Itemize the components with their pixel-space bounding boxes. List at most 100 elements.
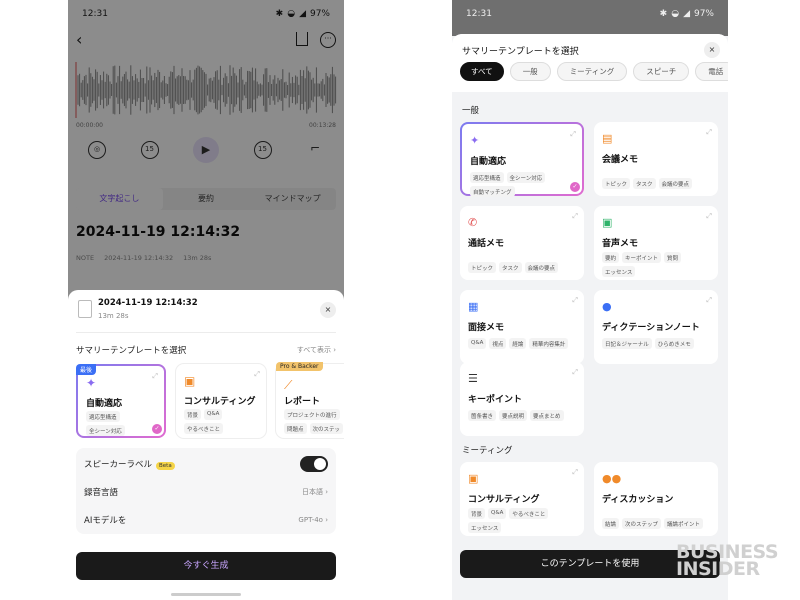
card-tags: 日記＆ジャーナル ひらめきメモ xyxy=(602,338,714,349)
card-tags: プロジェクトの進行 問題点 次のステッ xyxy=(284,409,344,434)
card-tags: 背景 Q&A やるべきこと エッセンス xyxy=(468,508,580,533)
expand-icon[interactable]: ⤢ xyxy=(152,372,158,381)
filter-meeting[interactable]: ミーティング xyxy=(556,62,628,81)
tag: 自動マッチング xyxy=(470,186,515,197)
chat-bubbles-icon: ▣ xyxy=(184,374,196,388)
template-card-auto[interactable]: ✦ ⤢ 自動適応 適応型構造 全シーン対応 自動マッチング ✓ xyxy=(460,122,584,197)
expand-icon[interactable]: ⤢ xyxy=(706,128,712,137)
tag: 背景 xyxy=(468,508,486,519)
card-tags: 背景 Q&A やるべきこと xyxy=(184,409,262,434)
tag: 議論ポイント xyxy=(664,518,704,529)
sheet-file-duration: 13m 28s xyxy=(98,312,129,320)
close-button[interactable]: × xyxy=(320,302,336,318)
tag: ひらめきメモ xyxy=(654,338,694,349)
latest-badge: 最後 xyxy=(76,364,97,375)
template-carousel[interactable]: 最後 ✦ ⤢ 自動適応 適応型構造 全シーン対応 ✓ ▣ ⤢ コンサルティング … xyxy=(76,362,344,442)
template-card-voice-memo[interactable]: ▣ ⤢ 音声メモ 要約 キーポイント 質問 エッセンス xyxy=(594,206,718,280)
speaker-label-row[interactable]: スピーカーラベル Beta xyxy=(84,450,328,478)
tag: 会議の要点 xyxy=(658,178,693,189)
tag: プロジェクトの進行 xyxy=(284,409,340,420)
watermark-line2: INSIDER xyxy=(676,558,760,580)
setting-value: GPT-4o › xyxy=(298,516,328,524)
card-title: コンサルティング xyxy=(468,495,540,505)
card-title: ディスカッション xyxy=(602,495,674,505)
template-card-meeting-notes[interactable]: ▤ ⤢ 会議メモ トピック タスク 会議の要点 xyxy=(594,122,718,196)
settings-panel: スピーカーラベル Beta 録音言語 日本語 › AIモデルを GPT-4o › xyxy=(76,448,336,534)
tag: Q&A xyxy=(468,338,487,349)
tag: やるべきこと xyxy=(184,423,224,434)
tag: 質問 xyxy=(664,252,682,263)
wifi-icon: ◒ xyxy=(671,9,680,19)
tag: 次のステップ xyxy=(622,518,662,529)
template-card-report[interactable]: Pro & Backer ⟋ レポート プロジェクトの進行 問題点 次のステッ xyxy=(276,362,344,438)
expand-icon[interactable]: ⤢ xyxy=(572,296,578,305)
people-icon: ●● xyxy=(602,472,622,485)
picker-header: サマリーテンプレートを選択 × すべて 一般 ミーティング スピーチ 電話 xyxy=(452,34,728,92)
card-title: 通話メモ xyxy=(468,239,505,249)
ai-model-row[interactable]: AIモデルを GPT-4o › xyxy=(84,506,328,534)
clipboard-icon: ▦ xyxy=(468,300,479,313)
expand-icon[interactable]: ⤢ xyxy=(254,370,260,379)
section-title: サマリーテンプレートを選択 xyxy=(76,346,187,356)
setting-label: AIモデルを xyxy=(84,516,127,526)
expand-icon[interactable]: ⤢ xyxy=(706,212,712,221)
card-title: キーポイント xyxy=(468,395,523,405)
tag: 問題点 xyxy=(284,423,307,434)
group-label-meeting: ミーティング xyxy=(462,446,513,456)
template-card-key-points[interactable]: ☰ ⤢ キーポイント 箇条書き 要点説明 要点まとめ xyxy=(460,362,584,436)
template-card-consulting[interactable]: ▣ ⤢ コンサルティング 背景 Q&A やるべきこと xyxy=(176,364,266,438)
expand-icon[interactable]: ⤢ xyxy=(706,296,712,305)
notes-icon: ▤ xyxy=(602,132,613,145)
tag: 全シーン対応 xyxy=(506,172,546,183)
template-card-call-notes[interactable]: ✆ ⤢ 通話メモ トピック タスク 会議の要点 xyxy=(460,206,584,280)
tag: 適応型構造 xyxy=(470,172,504,183)
expand-icon[interactable]: ⤢ xyxy=(572,468,578,477)
card-tags: トピック タスク 会議の要点 xyxy=(468,262,580,273)
card-tags: 適応型構造 全シーン対応 xyxy=(86,411,160,436)
speaker-label-toggle[interactable] xyxy=(300,456,328,472)
filter-all[interactable]: すべて xyxy=(460,62,504,81)
card-title: 音声メモ xyxy=(602,239,639,249)
filter-phone[interactable]: 電話 xyxy=(695,62,728,81)
beta-badge: Beta xyxy=(156,462,175,470)
tag: トピック xyxy=(602,178,631,189)
card-title: 会議メモ xyxy=(602,155,639,165)
expand-icon[interactable]: ⤢ xyxy=(572,368,578,377)
category-filters: すべて 一般 ミーティング スピーチ 電話 xyxy=(460,62,728,81)
sheet-file-name: 2024-11-19 12:14:32 xyxy=(98,298,198,308)
generate-now-button[interactable]: 今すぐ生成 xyxy=(76,552,336,580)
template-card-auto[interactable]: 最後 ✦ ⤢ 自動適応 適応型構造 全シーン対応 ✓ xyxy=(76,364,166,438)
tag: 要点説明 xyxy=(499,410,528,421)
card-title: 自動適応 xyxy=(470,157,507,167)
expand-icon[interactable]: ⤢ xyxy=(572,212,578,221)
tag: 日記＆ジャーナル xyxy=(602,338,652,349)
card-tags: 結論 次のステップ 議論ポイント xyxy=(602,518,714,529)
status-bar: 12:31 ✱ ◒ ◢ 97% xyxy=(452,0,728,28)
signal-icon: ◢ xyxy=(683,9,690,19)
filter-general[interactable]: 一般 xyxy=(509,62,551,81)
template-card-dictation[interactable]: ● ⤢ ディクテーションノート 日記＆ジャーナル ひらめきメモ xyxy=(594,290,718,364)
chart-line-icon: ⟋ xyxy=(284,378,293,392)
tag: タスク xyxy=(633,178,656,189)
sparkle-icon: ✦ xyxy=(470,134,480,147)
close-button[interactable]: × xyxy=(704,42,720,58)
tag: 会議の要点 xyxy=(524,262,559,273)
see-all-link[interactable]: すべて表示 › xyxy=(297,345,336,355)
tag: エッセンス xyxy=(468,522,502,533)
tag: やるべきこと xyxy=(509,508,549,519)
tag: 精華内容集計 xyxy=(529,338,569,349)
recording-language-row[interactable]: 録音言語 日本語 › xyxy=(84,478,328,506)
bluetooth-icon: ✱ xyxy=(659,9,668,19)
template-card-discussion[interactable]: ●● ディスカッション 結論 次のステップ 議論ポイント xyxy=(594,462,718,536)
watermark-logo: BUSINESS INSIDER xyxy=(676,543,786,580)
sparkle-icon: ✦ xyxy=(86,376,97,390)
filter-speech[interactable]: スピーチ xyxy=(633,62,690,81)
template-card-interview-notes[interactable]: ▦ ⤢ 面接メモ Q&A 視点 経論 精華内容集計 xyxy=(460,290,584,364)
card-tags: 要約 キーポイント 質問 エッセンス xyxy=(602,252,714,277)
expand-icon[interactable]: ⤢ xyxy=(570,130,576,139)
card-tags: 箇条書き 要点説明 要点まとめ xyxy=(468,410,580,421)
tag: エッセンス xyxy=(602,266,636,277)
status-time: 12:31 xyxy=(466,9,492,19)
card-tags: Q&A 視点 経論 精華内容集計 xyxy=(468,338,580,349)
template-card-consulting[interactable]: ▣ ⤢ コンサルティング 背景 Q&A やるべきこと エッセンス xyxy=(460,462,584,536)
